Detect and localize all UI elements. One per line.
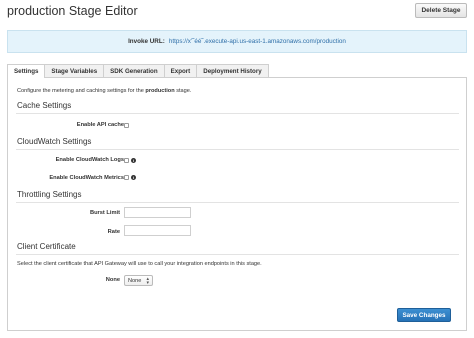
invoke-url-label: Invoke URL:	[128, 38, 165, 45]
cloudwatch-settings-divider	[16, 149, 459, 150]
cloudwatch-metrics-info-icon[interactable]: i	[131, 175, 136, 180]
intro-prefix: Configure the metering and caching setti…	[17, 88, 146, 94]
cloudwatch-logs-label: Enable CloudWatch Logs	[55, 157, 124, 163]
tab-sdk-generation[interactable]: SDK Generation	[103, 64, 165, 77]
enable-api-cache-checkbox[interactable]	[124, 123, 129, 128]
throttling-settings-title: Throttling Settings	[17, 190, 82, 199]
settings-panel: Configure the metering and caching setti…	[7, 77, 467, 331]
select-chevron-icon: ▴ ▾	[146, 276, 149, 286]
client-certificate-description: Select the client certificate that API G…	[17, 261, 262, 267]
cache-settings-title: Cache Settings	[17, 101, 72, 110]
burst-limit-input[interactable]	[124, 207, 191, 218]
invoke-url-link[interactable]: https://x’˜éé˜.execute-api.us-east-1.ama…	[169, 38, 346, 45]
rate-input[interactable]	[124, 225, 191, 236]
cloudwatch-metrics-checkbox[interactable]	[124, 175, 129, 180]
enable-api-cache-label: Enable API cache	[76, 122, 124, 128]
client-certificate-label: None	[105, 277, 120, 283]
settings-intro: Configure the metering and caching setti…	[17, 88, 191, 94]
client-certificate-select[interactable]: None ▴ ▾	[124, 275, 153, 286]
tab-settings[interactable]: Settings	[7, 64, 46, 78]
page-title: production Stage Editor	[7, 4, 138, 18]
cloudwatch-settings-title: CloudWatch Settings	[17, 137, 92, 146]
tab-stage-variables[interactable]: Stage Variables	[44, 64, 105, 77]
delete-stage-button[interactable]: Delete Stage	[415, 3, 467, 18]
cloudwatch-logs-info-icon[interactable]: i	[131, 158, 136, 163]
intro-stage-name: production	[145, 88, 175, 94]
tab-export[interactable]: Export	[163, 64, 198, 77]
client-certificate-title: Client Certificate	[17, 242, 76, 251]
burst-limit-label: Burst Limit	[89, 210, 120, 216]
cache-settings-divider	[16, 113, 459, 114]
rate-label: Rate	[107, 229, 120, 235]
client-certificate-selected: None	[128, 277, 142, 284]
cloudwatch-logs-checkbox[interactable]	[124, 158, 129, 163]
save-changes-button[interactable]: Save Changes	[397, 308, 451, 322]
stage-tabs: Settings Stage Variables SDK Generation …	[7, 64, 269, 78]
invoke-url-bar: Invoke URL: https://x’˜éé˜.execute-api.u…	[7, 30, 467, 53]
client-certificate-divider	[16, 254, 459, 255]
throttling-settings-divider	[16, 202, 459, 203]
tab-deployment-history[interactable]: Deployment History	[196, 64, 269, 77]
intro-suffix: stage.	[174, 88, 192, 94]
cloudwatch-metrics-label: Enable CloudWatch Metrics	[49, 175, 124, 181]
